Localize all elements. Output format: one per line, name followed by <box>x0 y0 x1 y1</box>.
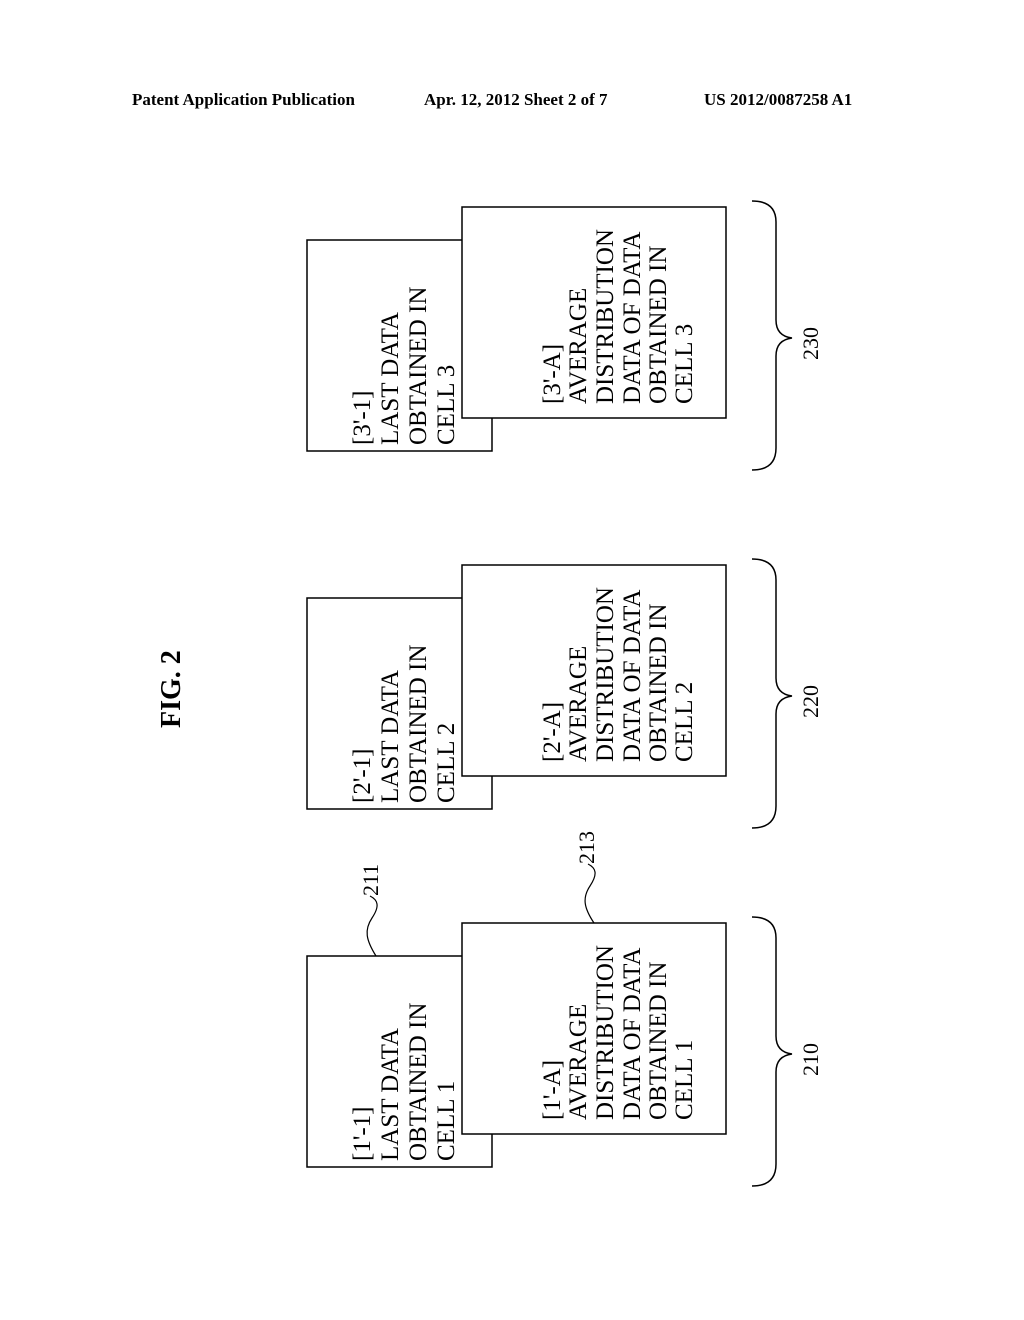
box-text-line: AVERAGE <box>565 1004 592 1120</box>
box-text-line: AVERAGE <box>565 288 592 404</box>
box-text-line: DATA OF DATA <box>619 232 646 404</box>
box-text-line: OBTAINED IN <box>405 645 432 803</box>
box-text-line: CELL 2 <box>433 723 460 803</box>
figure-label: FIG. 2 <box>156 650 187 728</box>
box-text-line: [1'-1] <box>349 1107 376 1161</box>
box-text-line: CELL 2 <box>671 682 698 762</box>
brace-icon <box>751 558 793 829</box>
box-text-line: [3'-A] <box>539 344 566 404</box>
ref-label-213: 213 <box>574 831 599 864</box>
box-text-line: [2'-1] <box>349 749 376 803</box>
ref-label-211: 211 <box>358 864 383 896</box>
box-text-line: OBTAINED IN <box>405 287 432 445</box>
box-text-line: OBTAINED IN <box>645 962 672 1120</box>
brace-icon <box>751 916 793 1187</box>
group-ref-label: 230 <box>798 327 823 360</box>
box-text-line: DISTRIBUTION <box>592 229 619 404</box>
box-text-line: OBTAINED IN <box>645 604 672 762</box>
group-ref-label: 220 <box>798 685 823 718</box>
leader-line-211 <box>366 895 378 957</box>
box-text-line: DISTRIBUTION <box>592 945 619 1120</box>
box-text-line: [1'-A] <box>539 1060 566 1120</box>
group-230: [3'-1] LAST DATA OBTAINED IN CELL 3 [3'-… <box>306 200 823 471</box>
box-text-line: AVERAGE <box>565 646 592 762</box>
box-text-line: OBTAINED IN <box>645 246 672 404</box>
group-210: [1'-1] LAST DATA OBTAINED IN CELL 1 [1'-… <box>306 831 823 1187</box>
figure-diagram: FIG. 2 [3'-1] LAST DATA OBTAINED IN CELL… <box>156 200 823 1187</box>
leader-line-213 <box>584 863 596 924</box>
box-text-line: DATA OF DATA <box>619 948 646 1120</box>
group-ref-label: 210 <box>798 1043 823 1076</box>
box-text-line: [2'-A] <box>539 702 566 762</box>
box-text-line: OBTAINED IN <box>405 1003 432 1161</box>
group-220: [2'-1] LAST DATA OBTAINED IN CELL 2 [2'-… <box>306 558 823 829</box>
brace-icon <box>751 200 793 471</box>
box-text-line: CELL 1 <box>671 1040 698 1120</box>
box-text-line: CELL 3 <box>433 365 460 445</box>
box-text-line: DATA OF DATA <box>619 590 646 762</box>
box-text-line: LAST DATA <box>377 670 404 803</box>
box-text-line: LAST DATA <box>377 312 404 445</box>
box-text-line: CELL 1 <box>433 1081 460 1161</box>
box-text-line: [3'-1] <box>349 391 376 445</box>
box-text-line: DISTRIBUTION <box>592 587 619 762</box>
box-text-line: CELL 3 <box>671 324 698 404</box>
box-text-line: LAST DATA <box>377 1028 404 1161</box>
